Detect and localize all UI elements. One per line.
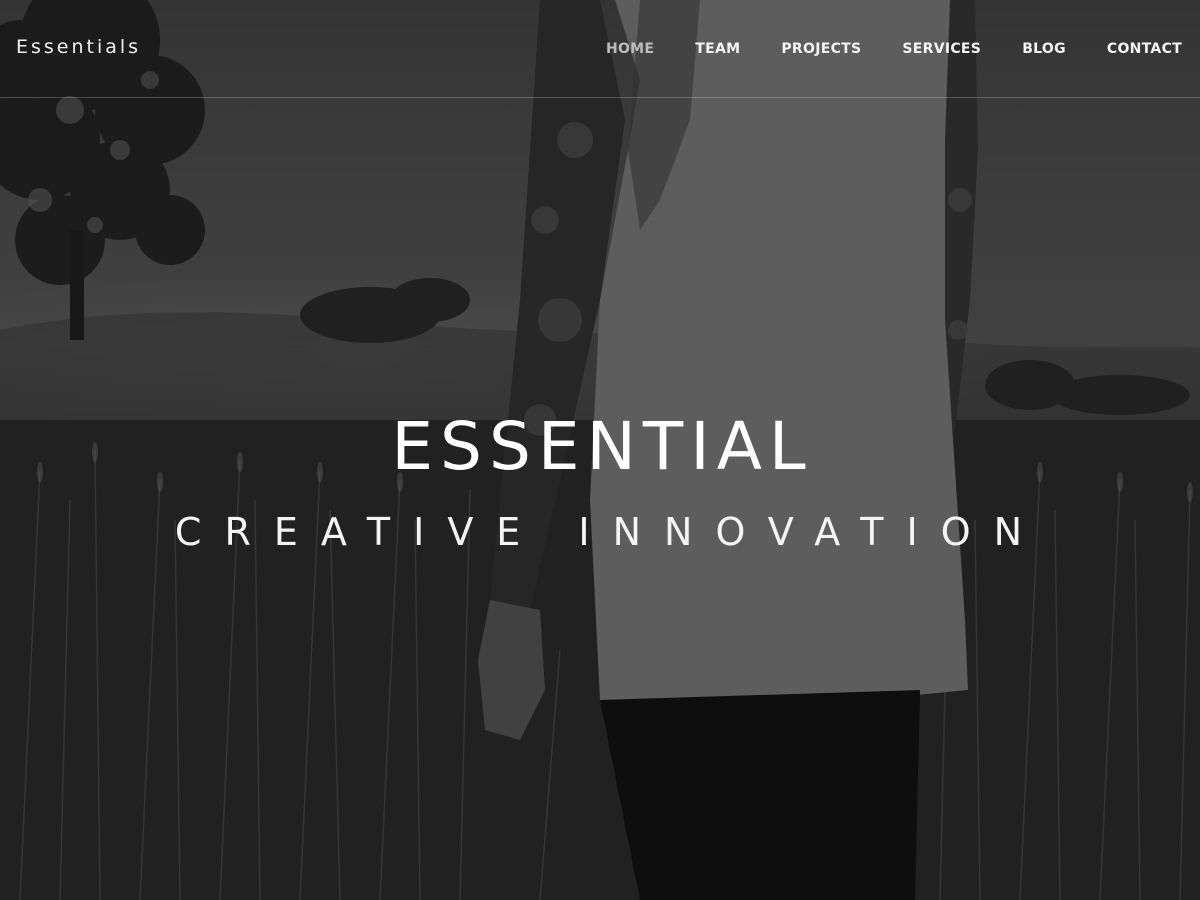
nav-item-contact: CONTACT bbox=[1107, 40, 1182, 58]
nav-menu: HOME TEAM PROJECTS SERVICES BLOG CONTACT bbox=[565, 40, 1182, 58]
nav-link-contact[interactable]: CONTACT bbox=[1107, 41, 1182, 57]
hero-text-block: ESSENTIAL CREATIVE INNOVATION bbox=[0, 405, 1200, 557]
nav-link-services[interactable]: SERVICES bbox=[902, 41, 981, 57]
nav-link-projects[interactable]: PROJECTS bbox=[781, 41, 861, 57]
nav-item-team: TEAM bbox=[695, 40, 740, 58]
nav-item-projects: PROJECTS bbox=[781, 40, 861, 58]
hero-title: ESSENTIAL bbox=[391, 408, 813, 485]
brand-logo-link[interactable]: Essentials bbox=[16, 36, 141, 58]
hero-subtitle: CREATIVE INNOVATION bbox=[174, 510, 1046, 554]
nav-link-team[interactable]: TEAM bbox=[695, 41, 740, 57]
hero-section: Essentials HOME TEAM PROJECTS SERVICES B… bbox=[0, 0, 1200, 900]
nav-link-blog[interactable]: BLOG bbox=[1022, 41, 1066, 57]
nav-item-home: HOME bbox=[606, 40, 654, 58]
nav-item-services: SERVICES bbox=[902, 40, 981, 58]
nav-item-blog: BLOG bbox=[1022, 40, 1066, 58]
navbar: Essentials HOME TEAM PROJECTS SERVICES B… bbox=[0, 0, 1200, 98]
nav-link-home[interactable]: HOME bbox=[606, 41, 654, 57]
